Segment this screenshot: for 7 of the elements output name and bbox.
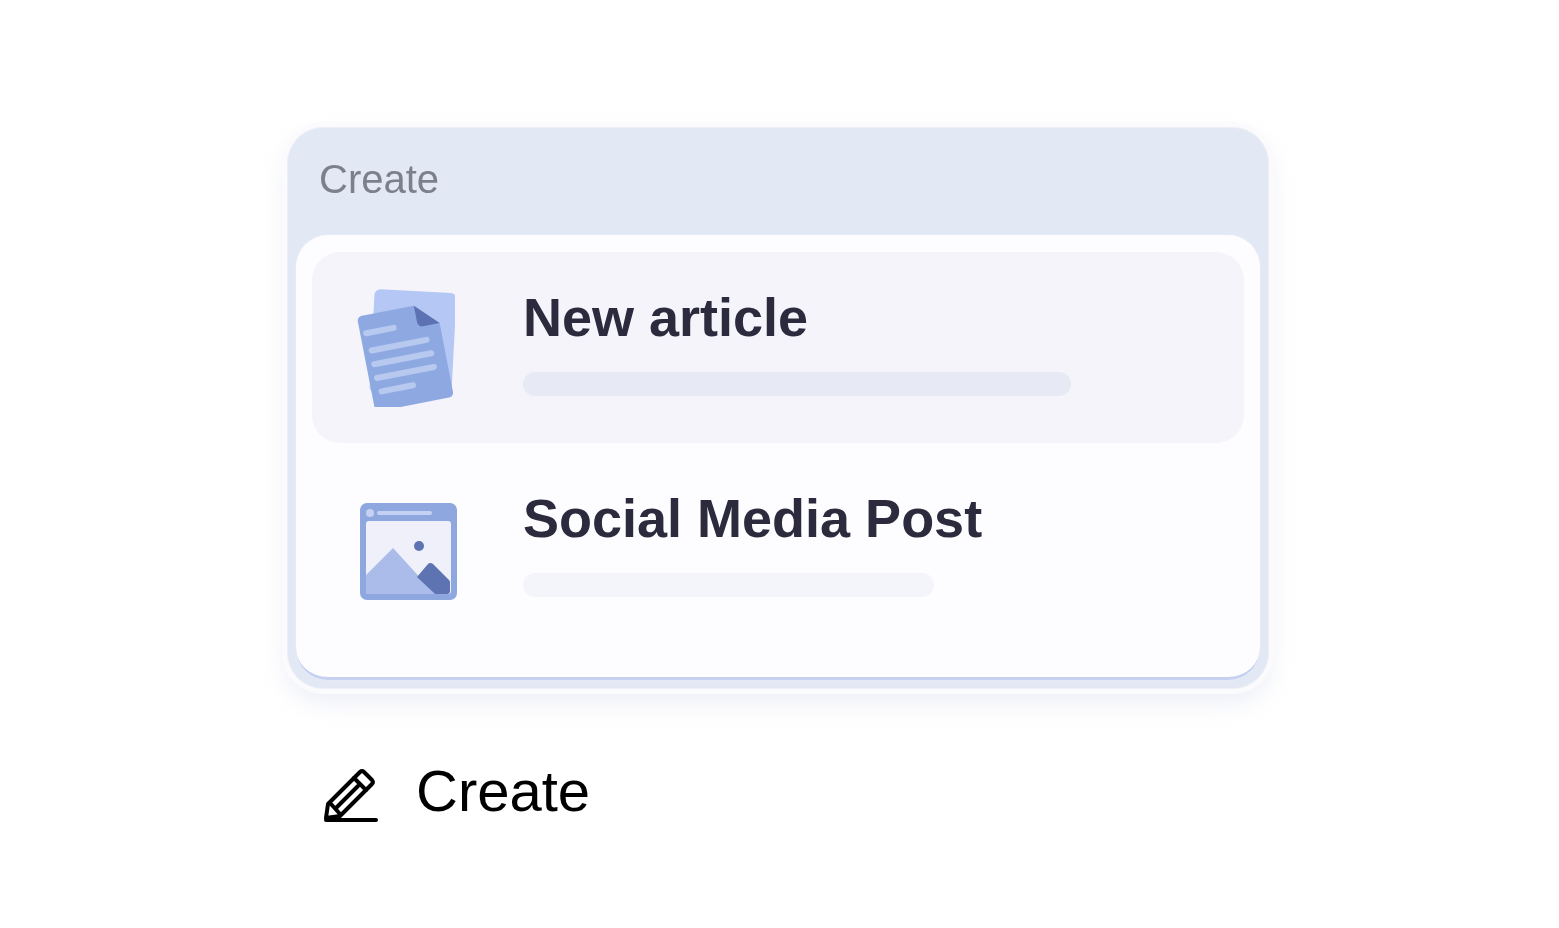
document-icon [355,288,455,407]
image-icon [360,503,457,600]
create-button[interactable]: Create [322,756,591,826]
menu-item[interactable]: Social Media Post [312,453,1244,644]
pencil-icon [322,767,378,822]
menu-header: Create [319,155,440,203]
menu-item[interactable]: New article [312,252,1244,443]
